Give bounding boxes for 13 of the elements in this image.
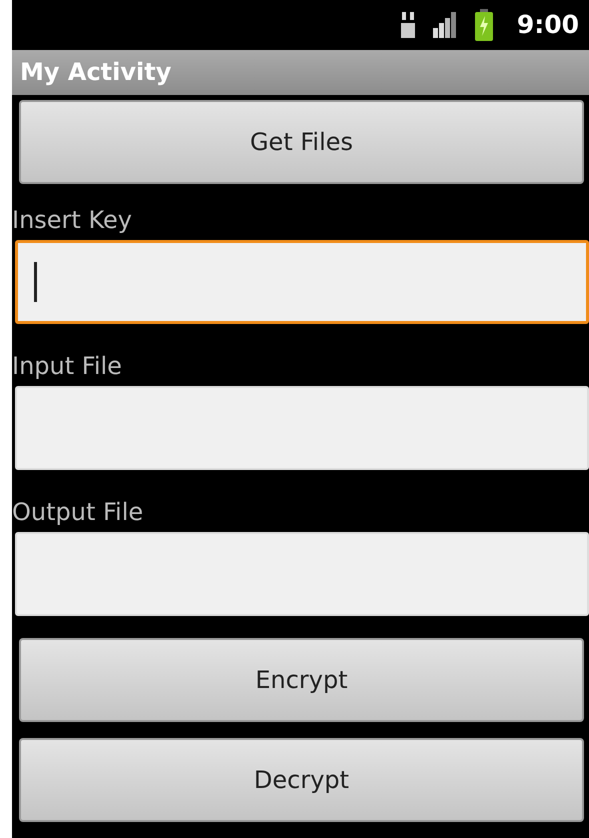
action-button[interactable]: Decrypt — [19, 738, 584, 822]
field-label: Insert Key — [12, 206, 133, 236]
text-cursor — [34, 262, 37, 302]
battery-charging-icon — [474, 8, 493, 41]
signal-icon — [432, 12, 457, 38]
usb-icon — [400, 12, 415, 38]
field-label: Output File — [12, 498, 144, 528]
status-time: 9:00 — [516, 10, 579, 40]
field-label: Input File — [12, 352, 123, 382]
window-title: My Activity — [20, 58, 172, 86]
input-field[interactable] — [15, 240, 589, 324]
action-button[interactable]: Encrypt — [19, 638, 584, 722]
action-button[interactable]: Get Files — [19, 100, 584, 184]
